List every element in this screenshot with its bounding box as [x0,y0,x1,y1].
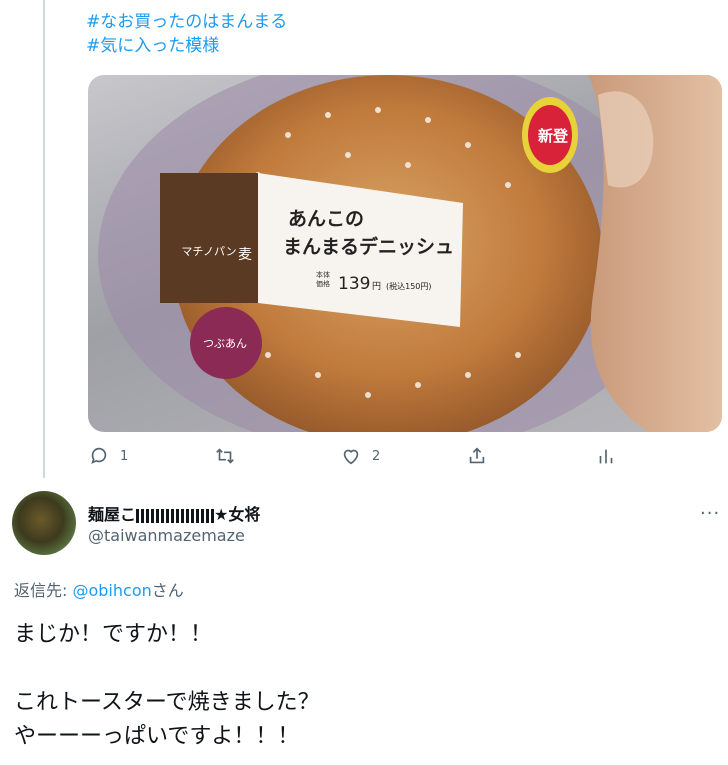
replying-to: 返信先: @obihconさん [14,577,184,601]
analytics-icon [599,449,613,464]
label-title-1: あんこの [288,208,364,230]
user-handle[interactable]: @taiwanmazemaze [88,526,245,545]
new-badge: 新登 [538,127,569,145]
reply-action[interactable]: 1 [88,445,128,467]
share-icon [469,447,485,464]
thread-line [43,0,45,478]
price-unit: 円 [372,281,381,292]
tweet-text: まじか！ですか！！ これトースターで焼きました？ やーーーっぱいですよ！！！ [14,622,320,749]
label-title-2: まんまるデニッシュ [283,235,454,258]
photo-illustration: マチノパン 麦 あんこの まんまるデニッシュ 本体 価格 139 円 (税込15… [98,75,722,432]
price-caption-2: 価格 [316,279,330,288]
tweet-photo[interactable]: マチノパン 麦 あんこの まんまるデニッシュ 本体 価格 139 円 (税込15… [88,75,722,432]
tweet-actions: 1 2 [88,445,648,473]
price-tax: (税込150円) [386,281,432,291]
display-name-suffix: ★女将 [214,505,261,524]
like-count: 2 [372,448,381,464]
replying-to-suffix: さん [151,581,184,600]
sticker-text: つぶあん [203,337,247,350]
heart-icon [343,449,359,465]
retweet-action[interactable] [214,445,246,467]
share-action[interactable] [466,445,488,467]
display-name-text: 麺屋こ [88,505,137,524]
replying-to-prefix: 返信先: [14,581,73,600]
hashtags: #なお買ったのはまんまる #気に入った模様 [86,10,287,58]
display-name[interactable]: 麺屋こ ★女将 [88,501,260,525]
hashtag-link[interactable]: #気に入った模様 [86,34,287,58]
brand-mark: 麦 [238,247,252,263]
analytics-action[interactable] [595,445,617,467]
price-value: 139 [338,274,370,294]
avatar[interactable] [12,491,76,555]
reply-count: 1 [120,448,129,464]
name-scribble [136,508,215,523]
price-caption-1: 本体 [316,270,330,279]
replying-to-handle[interactable]: @obihcon [72,581,151,600]
like-action[interactable]: 2 [340,445,380,467]
more-options-icon[interactable]: ··· [700,503,720,524]
retweet-icon [216,448,234,464]
reply-icon [91,447,107,464]
hashtag-link[interactable]: #なお買ったのはまんまる [86,10,287,34]
brand-text: マチノパン [181,245,236,258]
